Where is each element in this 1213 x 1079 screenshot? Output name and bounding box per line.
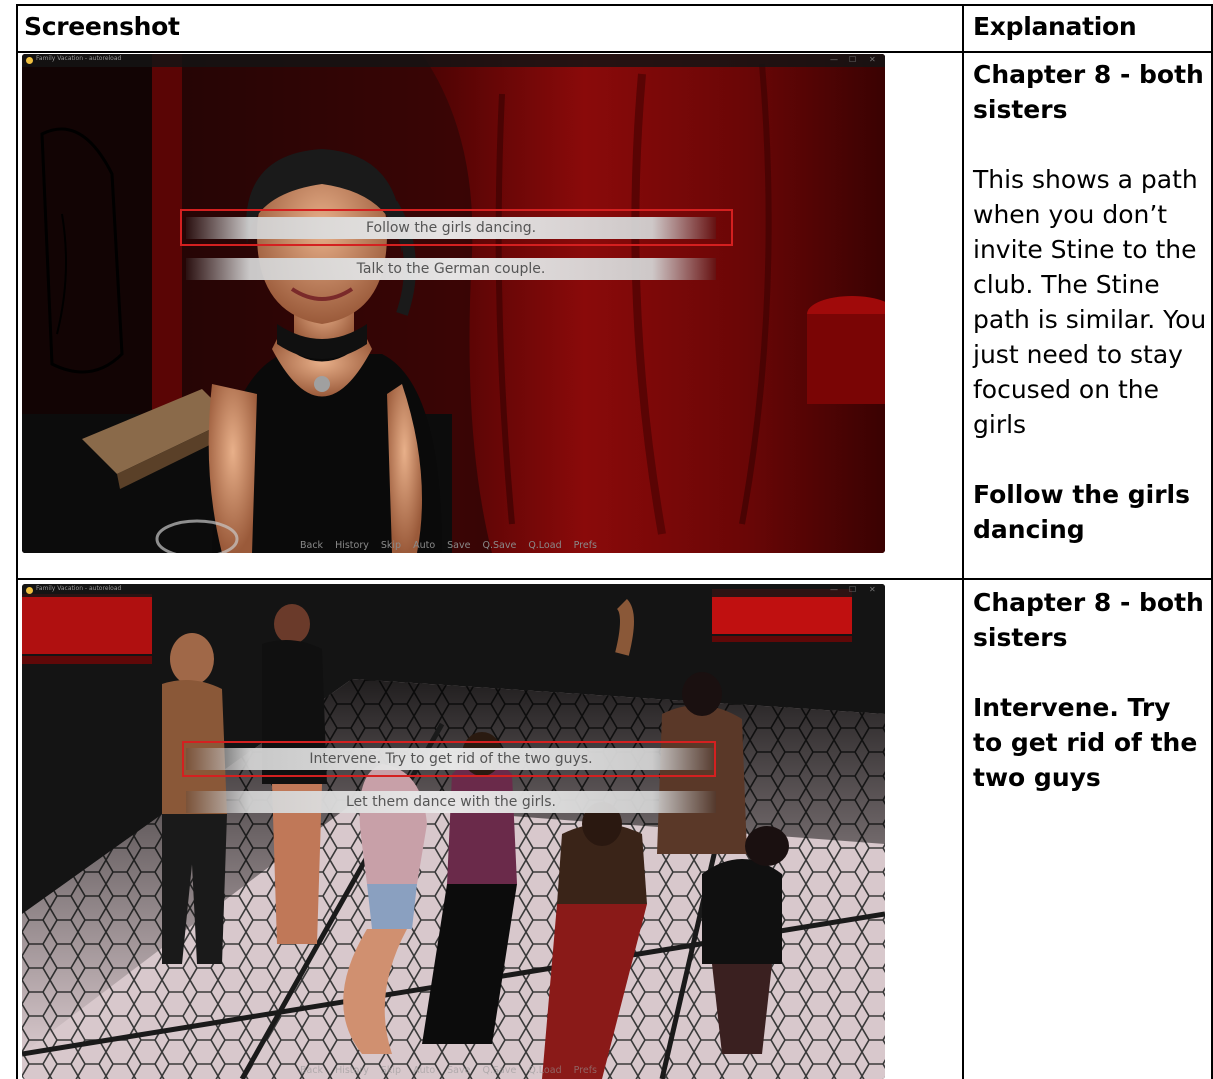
path-description: This shows a path when you don’t invite …	[973, 165, 1207, 439]
header-screenshot: Screenshot	[24, 12, 180, 41]
selected-choice-highlight	[182, 741, 716, 777]
club-scene-image-1	[22, 54, 885, 553]
table-border-left	[16, 4, 18, 1079]
quick-menu-back[interactable]: Back	[300, 540, 323, 551]
game-screenshot-1: Family Vacation - autoreload — ☐ ✕ Follo…	[22, 54, 885, 553]
chapter-title: Chapter 8 - both sisters	[973, 588, 1204, 652]
choice-button-let-them-dance[interactable]: Let them dance with the girls.	[186, 791, 716, 813]
selected-choice-highlight	[180, 209, 733, 246]
maximize-icon[interactable]: ☐	[849, 55, 856, 65]
app-icon	[26, 57, 33, 64]
quick-menu-history[interactable]: History	[335, 1065, 369, 1076]
row-divider	[16, 578, 1213, 580]
quick-menu-save[interactable]: Save	[447, 1065, 470, 1076]
minimize-icon[interactable]: —	[830, 55, 838, 65]
quick-menu-skip[interactable]: Skip	[381, 540, 401, 551]
app-icon	[26, 587, 33, 594]
quick-menu-auto[interactable]: Auto	[413, 1065, 435, 1076]
table-border-top	[16, 4, 1213, 6]
window-titlebar: Family Vacation - autoreload — ☐ ✕	[22, 54, 885, 67]
choice-label: Follow the girls dancing	[973, 480, 1191, 544]
quick-menu-prefs[interactable]: Prefs	[574, 540, 597, 551]
quick-menu-qload[interactable]: Q.Load	[528, 540, 561, 551]
close-icon[interactable]: ✕	[869, 585, 876, 595]
maximize-icon[interactable]: ☐	[849, 585, 856, 595]
explanation-cell-2: Chapter 8 - both sisters Intervene. Try …	[973, 585, 1208, 795]
quick-menu-save[interactable]: Save	[447, 540, 470, 551]
quick-menu-qload[interactable]: Q.Load	[528, 1065, 561, 1076]
quick-menu-auto[interactable]: Auto	[413, 540, 435, 551]
window-titlebar: Family Vacation - autoreload — ☐ ✕	[22, 584, 885, 597]
choice-button-german-couple[interactable]: Talk to the German couple.	[186, 258, 716, 280]
quick-menu-prefs[interactable]: Prefs	[574, 1065, 597, 1076]
quick-menu-back[interactable]: Back	[300, 1065, 323, 1076]
quick-menu-skip[interactable]: Skip	[381, 1065, 401, 1076]
quick-menu-qsave[interactable]: Q.Save	[482, 1065, 516, 1076]
close-icon[interactable]: ✕	[869, 55, 876, 65]
explanation-cell-1: Chapter 8 - both sisters This shows a pa…	[973, 57, 1208, 547]
choice-label: Intervene. Try to get rid of the two guy…	[973, 693, 1198, 792]
game-screenshot-2: Family Vacation - autoreload — ☐ ✕ Inter…	[22, 584, 885, 1079]
quick-menu-history[interactable]: History	[335, 540, 369, 551]
quick-menu-qsave[interactable]: Q.Save	[482, 540, 516, 551]
window-title: Family Vacation - autoreload	[36, 55, 122, 62]
minimize-icon[interactable]: —	[830, 585, 838, 595]
quick-menu: Back History Skip Auto Save Q.Save Q.Load Prefs	[300, 539, 609, 553]
window-title: Family Vacation - autoreload	[36, 585, 122, 592]
column-divider	[962, 4, 964, 1079]
dance-floor-scene-image	[22, 584, 885, 1079]
chapter-title: Chapter 8 - both sisters	[973, 60, 1204, 124]
header-divider	[16, 51, 1213, 53]
quick-menu: Back History Skip Auto Save Q.Save Q.Load Prefs	[300, 1064, 609, 1078]
header-explanation: Explanation	[973, 12, 1137, 41]
